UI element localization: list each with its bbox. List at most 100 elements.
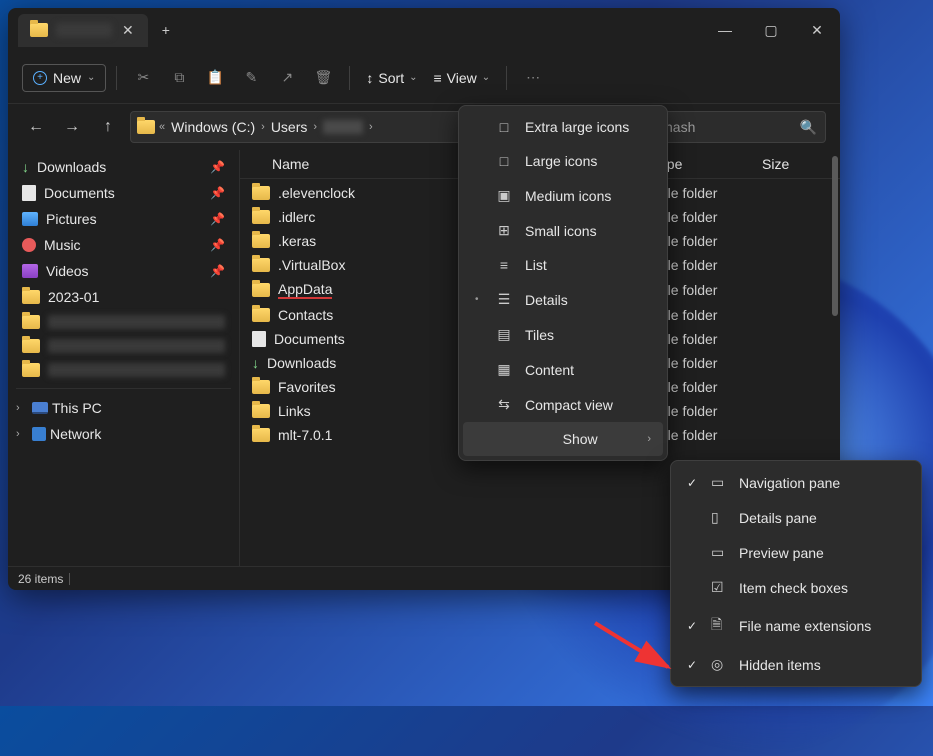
minimize-button[interactable]: — [702, 14, 748, 46]
file-name-label: .elevenclock [278, 185, 355, 201]
pin-icon: 📌 [210, 212, 225, 226]
rename-button[interactable]: ✎ [235, 62, 267, 94]
search-placeholder: hash [665, 119, 794, 135]
sidebar-item[interactable]: Pictures📌 [12, 206, 235, 232]
check-icon: ✓ [687, 658, 701, 672]
breadcrumb-overflow[interactable]: « [159, 121, 165, 133]
submenu-item[interactable]: ▯ Details pane [675, 500, 917, 535]
addressbar: ← → ↑ « Windows (C:) › Users › › hash 🔍 [8, 104, 840, 150]
copy-button[interactable]: ⧉ [163, 62, 195, 94]
menu-item[interactable]: ▤Tiles [463, 317, 663, 352]
window-controls: — ▢ ✕ [702, 14, 840, 46]
file-name-label: Links [278, 403, 311, 419]
chevron-right-icon: › [261, 121, 265, 133]
file-type: File folder [656, 355, 766, 371]
up-button[interactable]: ↑ [94, 113, 122, 141]
submenu-item[interactable]: ▭Preview pane [675, 535, 917, 570]
share-button[interactable]: ↗ [271, 62, 303, 94]
menu-icon: ⇆ [495, 396, 513, 413]
separator [349, 66, 350, 90]
download-icon: ↓ [22, 159, 29, 175]
menu-item[interactable]: ≡List [463, 248, 663, 282]
submenu-item[interactable]: ✓🗎File name extensions [675, 605, 917, 647]
delete-button[interactable]: 🗑 [307, 62, 339, 94]
menu-icon: ▭ [711, 474, 729, 491]
cut-button[interactable]: ✂ [127, 62, 159, 94]
menu-icon: ☰ [495, 291, 513, 308]
bullet-icon: • [475, 294, 483, 305]
download-icon: ↓ [252, 355, 259, 371]
submenu-item[interactable]: ☑ Item check boxes [675, 570, 917, 605]
column-type[interactable]: Type [652, 156, 762, 172]
sidebar-item-label: Network [50, 426, 101, 442]
menu-label: Details pane [739, 510, 817, 526]
menu-item[interactable]: □Extra large icons [463, 110, 663, 144]
menu-item[interactable]: ⊞Small icons [463, 213, 663, 248]
menu-item[interactable]: •☰Details [463, 282, 663, 317]
view-icon: ≡ [433, 70, 441, 86]
chevron-right-icon: › [16, 428, 28, 440]
menu-icon: ▤ [495, 326, 513, 343]
sidebar-item[interactable]: 2023-01 [12, 284, 235, 310]
maximize-button[interactable]: ▢ [748, 14, 794, 46]
sort-button[interactable]: ↕ Sort ⌄ [360, 66, 423, 90]
file-name-label: Contacts [278, 307, 333, 323]
view-button[interactable]: ≡ View ⌄ [427, 66, 496, 90]
back-button[interactable]: ← [22, 113, 50, 141]
breadcrumb-label: Windows (C:) [171, 119, 255, 135]
plus-icon: + [33, 71, 47, 85]
file-type: File folder [656, 233, 766, 249]
sidebar-item[interactable] [12, 334, 235, 358]
paste-button[interactable]: 📋 [199, 62, 231, 94]
sidebar-item[interactable]: Documents📌 [12, 180, 235, 206]
search-input[interactable]: hash 🔍 [656, 111, 826, 143]
submenu-item[interactable]: ✓◎Hidden items [675, 647, 917, 682]
sidebar-item-label: Videos [46, 263, 89, 279]
file-name-label: AppData [278, 281, 332, 299]
menu-item[interactable]: ▣Medium icons [463, 178, 663, 213]
submenu-item[interactable]: ✓▭Navigation pane [675, 465, 917, 500]
menu-icon: ≡ [495, 257, 513, 273]
sidebar-item[interactable]: ›This PC [12, 395, 235, 421]
breadcrumb-item[interactable]: Windows (C:) [169, 117, 257, 137]
active-tab[interactable]: ✕ [18, 14, 148, 47]
close-icon[interactable]: ✕ [120, 22, 136, 39]
sidebar-item[interactable]: › Network [12, 421, 235, 447]
menu-item[interactable]: □Large icons [463, 144, 663, 178]
folder-icon [252, 380, 270, 394]
menu-label: Show [525, 431, 635, 447]
sidebar-item[interactable] [12, 358, 235, 382]
file-type: File folder [656, 403, 766, 419]
sidebar-item[interactable]: Music📌 [12, 232, 235, 258]
file-type: File folder [656, 209, 766, 225]
menu-item[interactable]: ⇆Compact view [463, 387, 663, 422]
search-icon: 🔍 [800, 119, 817, 136]
menu-item[interactable]: ▦Content [463, 352, 663, 387]
folder-icon [22, 363, 40, 377]
column-name[interactable]: Name [252, 156, 482, 172]
menu-item-show[interactable]: Show› [463, 422, 663, 456]
file-type: File folder [656, 379, 766, 395]
folder-icon [252, 234, 270, 248]
menu-icon: ☑ [711, 579, 729, 596]
sidebar-item[interactable] [12, 310, 235, 334]
sidebar-item[interactable]: ↓Downloads📌 [12, 154, 235, 180]
breadcrumb-label: Users [271, 119, 308, 135]
menu-icon: ▯ [711, 509, 729, 526]
scrollbar-thumb[interactable] [832, 179, 838, 316]
forward-button[interactable]: → [58, 113, 86, 141]
more-button[interactable]: ⋯ [517, 62, 549, 94]
new-button[interactable]: + New ⌄ [22, 64, 106, 92]
column-size[interactable]: Size [762, 156, 822, 172]
pin-icon: 📌 [210, 264, 225, 278]
menu-icon: ◎ [711, 656, 729, 673]
sidebar-item[interactable]: Videos 📌 [12, 258, 235, 284]
new-tab-button[interactable]: + [154, 14, 178, 46]
folder-icon [252, 210, 270, 224]
close-button[interactable]: ✕ [794, 14, 840, 46]
menu-label: Item check boxes [739, 580, 848, 596]
folder-icon [22, 339, 40, 353]
breadcrumb-item[interactable] [321, 118, 365, 136]
breadcrumb-item[interactable]: Users [269, 117, 310, 137]
sort-label: Sort [378, 70, 404, 86]
